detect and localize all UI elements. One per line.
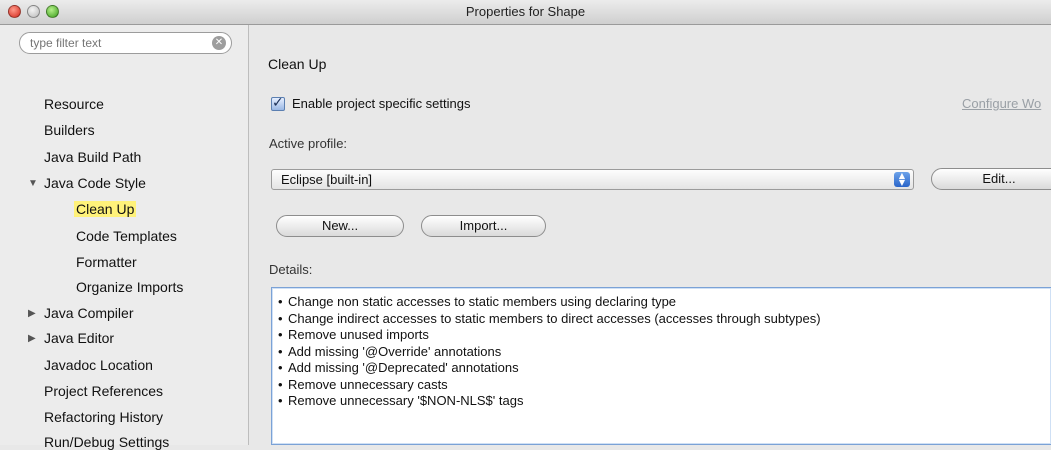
expanded-triangle-icon[interactable]: ▼ <box>28 178 38 189</box>
list-item: Remove unused imports <box>278 327 1051 344</box>
details-box: Change non static accesses to static mem… <box>271 287 1051 445</box>
collapsed-triangle-icon[interactable]: ▶ <box>28 308 36 319</box>
sidebar-item-clean-up[interactable]: Clean Up <box>74 201 137 217</box>
sidebar-item-code-templates[interactable]: Code Templates <box>76 228 177 244</box>
sidebar-item-javadoc-location[interactable]: Javadoc Location <box>44 357 153 373</box>
active-profile-select[interactable]: Eclipse [built-in] ▲ ▼ <box>271 169 914 190</box>
active-profile-label: Active profile: <box>269 136 348 151</box>
enable-project-settings-label[interactable]: Enable project specific settings <box>292 96 470 111</box>
active-profile-value: Eclipse [built-in] <box>281 172 373 187</box>
sidebar-item-resource[interactable]: Resource <box>44 96 104 112</box>
new-profile-button[interactable]: New... <box>276 215 404 237</box>
list-item: Remove unnecessary casts <box>278 377 1051 394</box>
clear-filter-icon[interactable]: ✕ <box>212 36 226 50</box>
sidebar-item-java-build-path[interactable]: Java Build Path <box>44 149 141 165</box>
page-title: Clean Up <box>268 56 327 72</box>
import-profile-button[interactable]: Import... <box>421 215 546 237</box>
sidebar-item-organize-imports[interactable]: Organize Imports <box>76 279 183 295</box>
details-list: Change non static accesses to static mem… <box>272 288 1051 410</box>
select-arrows-icon: ▲ ▼ <box>894 172 910 187</box>
list-item: Change indirect accesses to static membe… <box>278 311 1051 328</box>
sidebar-item-run-debug-settings[interactable]: Run/Debug Settings <box>44 434 169 450</box>
sidebar-item-java-compiler[interactable]: Java Compiler <box>44 305 133 321</box>
sidebar-item-java-editor[interactable]: Java Editor <box>44 330 114 346</box>
list-item: Remove unnecessary '$NON-NLS$' tags <box>278 393 1051 410</box>
sidebar-item-project-references[interactable]: Project References <box>44 383 163 399</box>
configure-workspace-link[interactable]: Configure Wo <box>962 96 1041 111</box>
list-item: Add missing '@Deprecated' annotations <box>278 360 1051 377</box>
window-title: Properties for Shape <box>465 4 586 19</box>
sidebar-item-java-code-style[interactable]: Java Code Style <box>44 175 146 191</box>
edit-profile-button[interactable]: Edit... <box>931 168 1051 190</box>
list-item: Change non static accesses to static mem… <box>278 294 1051 311</box>
enable-project-settings-checkbox[interactable] <box>271 95 285 111</box>
sidebar-item-refactoring-history[interactable]: Refactoring History <box>44 409 163 425</box>
sidebar-item-builders[interactable]: Builders <box>44 122 95 138</box>
title-bar: Properties for Shape <box>0 0 1051 25</box>
filter-input[interactable] <box>30 35 200 51</box>
sidebar-item-formatter[interactable]: Formatter <box>76 254 137 270</box>
filter-field[interactable]: ✕ <box>19 32 232 54</box>
list-item: Add missing '@Override' annotations <box>278 344 1051 361</box>
collapsed-triangle-icon[interactable]: ▶ <box>28 333 36 344</box>
details-label: Details: <box>269 262 313 277</box>
